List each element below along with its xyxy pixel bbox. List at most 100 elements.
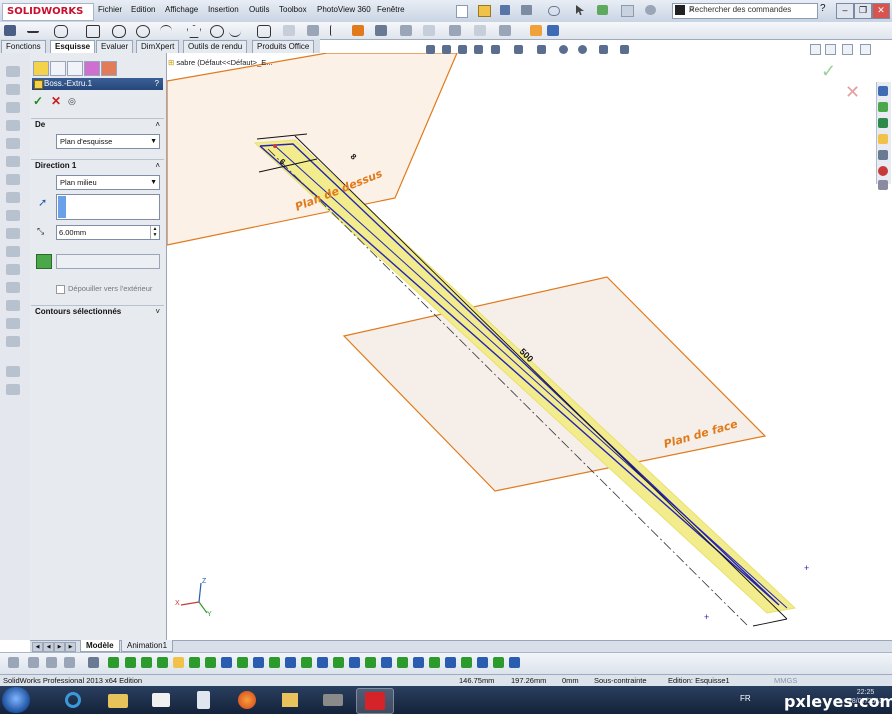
left-tool-1-icon[interactable]: [6, 66, 20, 77]
doc-tile-icon[interactable]: [825, 44, 836, 55]
firefox-icon[interactable]: [229, 688, 265, 712]
bottom-tool-18-icon[interactable]: [301, 657, 312, 668]
folder-icon[interactable]: [878, 134, 888, 144]
display-relations-icon[interactable]: [474, 25, 486, 36]
rebuild-icon[interactable]: [597, 5, 608, 15]
left-tool-14-icon[interactable]: [6, 300, 20, 311]
menu-toolbox[interactable]: Toolbox: [279, 5, 307, 14]
tab-evaluer[interactable]: Evaluer: [96, 40, 134, 53]
bottom-tool-6-icon[interactable]: [108, 657, 119, 668]
linear-pattern-icon[interactable]: [423, 25, 435, 36]
tab-produits-office[interactable]: Produits Office: [252, 40, 315, 53]
cancel-icon[interactable]: ✕: [51, 94, 61, 108]
file-explorer-icon[interactable]: [878, 118, 888, 128]
bottom-tool-10-icon[interactable]: [173, 657, 184, 668]
offset-tool-icon[interactable]: [375, 25, 387, 36]
dynamic-annotation-icon[interactable]: [491, 45, 500, 54]
plan-de-dessus-plane[interactable]: [167, 53, 458, 246]
depth-input[interactable]: 6.00mm ▲ ▼: [56, 225, 160, 240]
menu-affichage[interactable]: Affichage: [165, 5, 198, 14]
dimxpert-tab-icon[interactable]: [84, 61, 100, 76]
new-document-icon[interactable]: [456, 5, 468, 18]
bottom-tool-15-icon[interactable]: [253, 657, 264, 668]
doc-restore-icon[interactable]: [810, 44, 821, 55]
quick-snaps-icon[interactable]: [530, 25, 542, 36]
hide-show-items-icon[interactable]: [559, 45, 568, 54]
apply-scene-icon[interactable]: [599, 45, 608, 54]
feature-tree-flyout[interactable]: ⊞ sabre (Défaut<<Défaut>_E...: [168, 58, 273, 67]
confirmation-cancel-icon[interactable]: ✕: [845, 82, 860, 103]
undo-icon[interactable]: [548, 6, 560, 16]
from-dropdown[interactable]: Plan d'esquisse ▼: [56, 134, 160, 149]
solidworks-resources-icon[interactable]: [878, 86, 888, 96]
left-tool-13-icon[interactable]: [6, 282, 20, 293]
help-icon[interactable]: ?: [820, 3, 826, 14]
left-tool-3-icon[interactable]: [6, 102, 20, 113]
left-tool-6-icon[interactable]: [6, 156, 20, 167]
bottom-tool-2-icon[interactable]: [28, 657, 39, 668]
left-tool-4-icon[interactable]: [6, 120, 20, 131]
left-tool-17-icon[interactable]: [6, 366, 20, 377]
graphics-area[interactable]: Plan de dessus Plan de face 8 6 500 + + …: [167, 53, 892, 640]
camera-app-icon[interactable]: [315, 688, 351, 712]
prev-tab-arrow-icon[interactable]: ◀: [43, 642, 54, 652]
left-tool-11-icon[interactable]: [6, 246, 20, 257]
bottom-tool-12-icon[interactable]: [205, 657, 216, 668]
bottom-tool-5-icon[interactable]: [88, 657, 99, 668]
rapid-sketch-icon[interactable]: [547, 25, 559, 36]
menu-photoview[interactable]: PhotoView 360: [317, 5, 371, 14]
view-palette-icon[interactable]: [878, 150, 888, 160]
bottom-tool-4-icon[interactable]: [64, 657, 75, 668]
solidworks-logo[interactable]: SOLIDWORKS: [2, 3, 94, 21]
left-tool-8-icon[interactable]: [6, 192, 20, 203]
display-manager-tab-icon[interactable]: [101, 61, 117, 76]
dimension-line-end[interactable]: [752, 618, 788, 627]
view-settings-icon[interactable]: [620, 45, 629, 54]
last-tab-arrow-icon[interactable]: ▶: [65, 642, 76, 652]
property-manager-tab-icon[interactable]: [50, 61, 66, 76]
spline-tool-icon[interactable]: [229, 25, 241, 37]
tab-fonctions[interactable]: Fonctions: [1, 40, 46, 53]
spin-arrows-icon[interactable]: ▲ ▼: [150, 226, 159, 239]
open-folder-icon[interactable]: [478, 5, 491, 17]
menu-fenetre[interactable]: Fenêtre: [377, 5, 405, 14]
bottom-tool-17-icon[interactable]: [285, 657, 296, 668]
print-icon[interactable]: [521, 5, 532, 15]
circle2-tool-icon[interactable]: [136, 25, 150, 38]
section-contours[interactable]: Contours sélectionnés ˅: [31, 305, 164, 318]
appearances-icon[interactable]: [878, 166, 888, 176]
doc-minimize-icon[interactable]: [842, 44, 853, 55]
tab-modele[interactable]: Modèle: [80, 640, 120, 652]
next-tab-arrow-icon[interactable]: ▶: [54, 642, 65, 652]
circle-tool-icon[interactable]: [54, 25, 68, 38]
mirror-tool-icon[interactable]: [400, 25, 412, 36]
bottom-tool-22-icon[interactable]: [365, 657, 376, 668]
collapse-icon[interactable]: ˄: [155, 119, 160, 131]
design-library-icon[interactable]: [878, 102, 888, 112]
first-tab-arrow-icon[interactable]: ◀: [32, 642, 43, 652]
left-tool-9-icon[interactable]: [6, 210, 20, 221]
rectangle-tool-icon[interactable]: [86, 25, 100, 38]
bottom-tool-9-icon[interactable]: [157, 657, 168, 668]
confirmation-ok-icon[interactable]: ✓: [821, 61, 836, 82]
trim-tool-icon[interactable]: [352, 25, 364, 36]
menu-insertion[interactable]: Insertion: [208, 5, 239, 14]
menu-fichier[interactable]: Fichier: [98, 5, 122, 14]
bottom-tool-28-icon[interactable]: [461, 657, 472, 668]
bottom-tool-11-icon[interactable]: [189, 657, 200, 668]
arc-tool-icon[interactable]: [160, 25, 172, 37]
language-indicator[interactable]: FR: [740, 694, 751, 703]
tab-dimxpert[interactable]: DimXpert: [136, 40, 180, 53]
bottom-tool-23-icon[interactable]: [381, 657, 392, 668]
slot-tool-icon[interactable]: [112, 25, 126, 38]
display-style-icon[interactable]: [537, 45, 546, 54]
draft-toggle-icon[interactable]: [36, 254, 52, 269]
start-button[interactable]: [2, 687, 30, 713]
zoom-to-area-icon[interactable]: [442, 45, 451, 54]
feature-manager-tab-icon[interactable]: [33, 61, 49, 76]
ok-icon[interactable]: ✓: [33, 94, 43, 108]
tab-outils-de-rendu[interactable]: Outils de rendu: [183, 40, 248, 53]
left-tool-7-icon[interactable]: [6, 174, 20, 185]
centerline-tool-icon[interactable]: [330, 25, 343, 36]
left-tool-15-icon[interactable]: [6, 318, 20, 329]
